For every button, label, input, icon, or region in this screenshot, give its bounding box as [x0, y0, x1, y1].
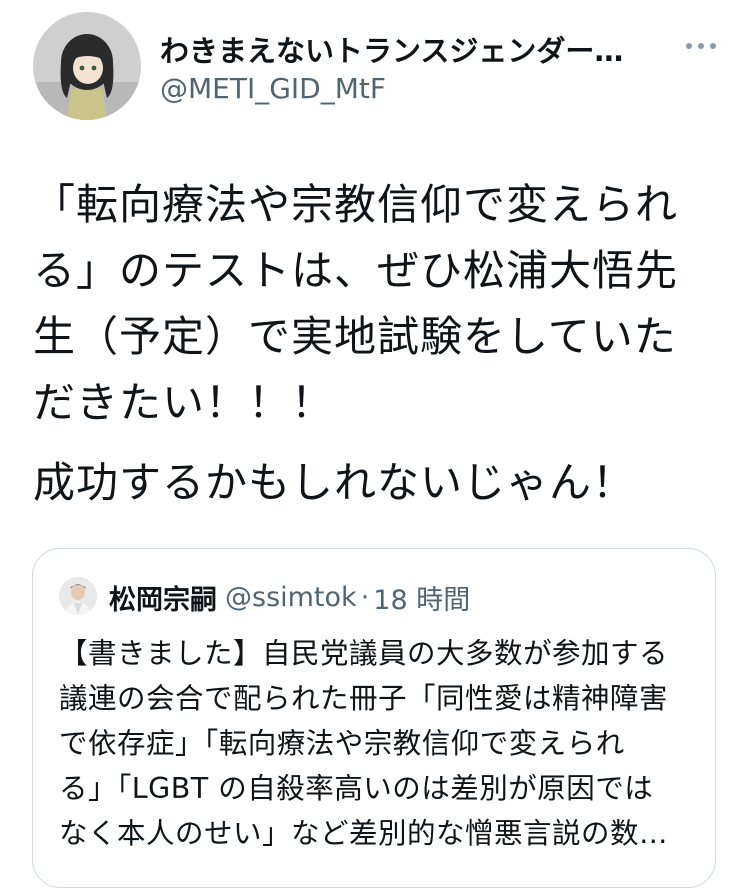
- tweet: わきまえないトランスジェンダー… @METI_GID_MtF 「転向療法や宗教信…: [0, 0, 750, 888]
- quote-line: 【書きました】自民党議員の大多数が参加する: [59, 637, 669, 670]
- person-avatar-icon: [59, 577, 97, 615]
- quote-display-name[interactable]: 松岡宗嗣: [109, 578, 217, 617]
- tweet-line: 「転向療法や宗教信仰で変えられ: [33, 180, 679, 229]
- author-handle[interactable]: @METI_GID_MtF: [160, 72, 386, 105]
- quote-separator: ·: [360, 581, 370, 613]
- quote-line: で依存症」「転向療法や宗教信仰で変えられ: [59, 727, 625, 760]
- quote-line: る」「LGBT の自殺率高いのは差別が原因では: [59, 772, 654, 805]
- quote-meta: 松岡宗嗣 @ssimtok · 18 時間: [109, 577, 470, 617]
- figure-avatar-icon: [33, 12, 141, 120]
- quote-text: 【書きました】自民党議員の大多数が参加する 議連の会合で配られた冊子「同性愛は精…: [59, 631, 699, 856]
- quote-timestamp[interactable]: 18 時間: [373, 578, 470, 617]
- tweet-line: だきたい！！！: [33, 378, 335, 427]
- quote-author-avatar[interactable]: [59, 577, 97, 615]
- tweet-line: る」のテストは、ぜひ松浦大悟先: [33, 246, 679, 295]
- tweet-text: 「転向療法や宗教信仰で変えられ る」のテストは、ぜひ松浦大悟先 生（予定）で実地…: [33, 172, 723, 516]
- tweet-line: 生（予定）で実地試験をしていた: [33, 312, 677, 361]
- author-avatar[interactable]: [33, 12, 141, 120]
- quote-line: なく本人のせい」など差別的な憎悪言説の数…: [59, 817, 669, 850]
- tweet-paragraph-1: 「転向療法や宗教信仰で変えられ る」のテストは、ぜひ松浦大悟先 生（予定）で実地…: [33, 172, 723, 436]
- quote-handle[interactable]: @ssimtok: [225, 582, 357, 613]
- quoted-tweet[interactable]: 松岡宗嗣 @ssimtok · 18 時間 【書きました】自民党議員の大多数が参…: [32, 548, 716, 888]
- quote-line: 議連の会合で配られた冊子「同性愛は精神障害: [59, 682, 669, 715]
- more-dots-icon: [686, 43, 716, 49]
- author-display-name[interactable]: わきまえないトランスジェンダー…: [160, 28, 650, 70]
- tweet-paragraph-2: 成功するかもしれないじゃん！: [33, 458, 636, 507]
- more-horizontal-icon[interactable]: [684, 36, 718, 56]
